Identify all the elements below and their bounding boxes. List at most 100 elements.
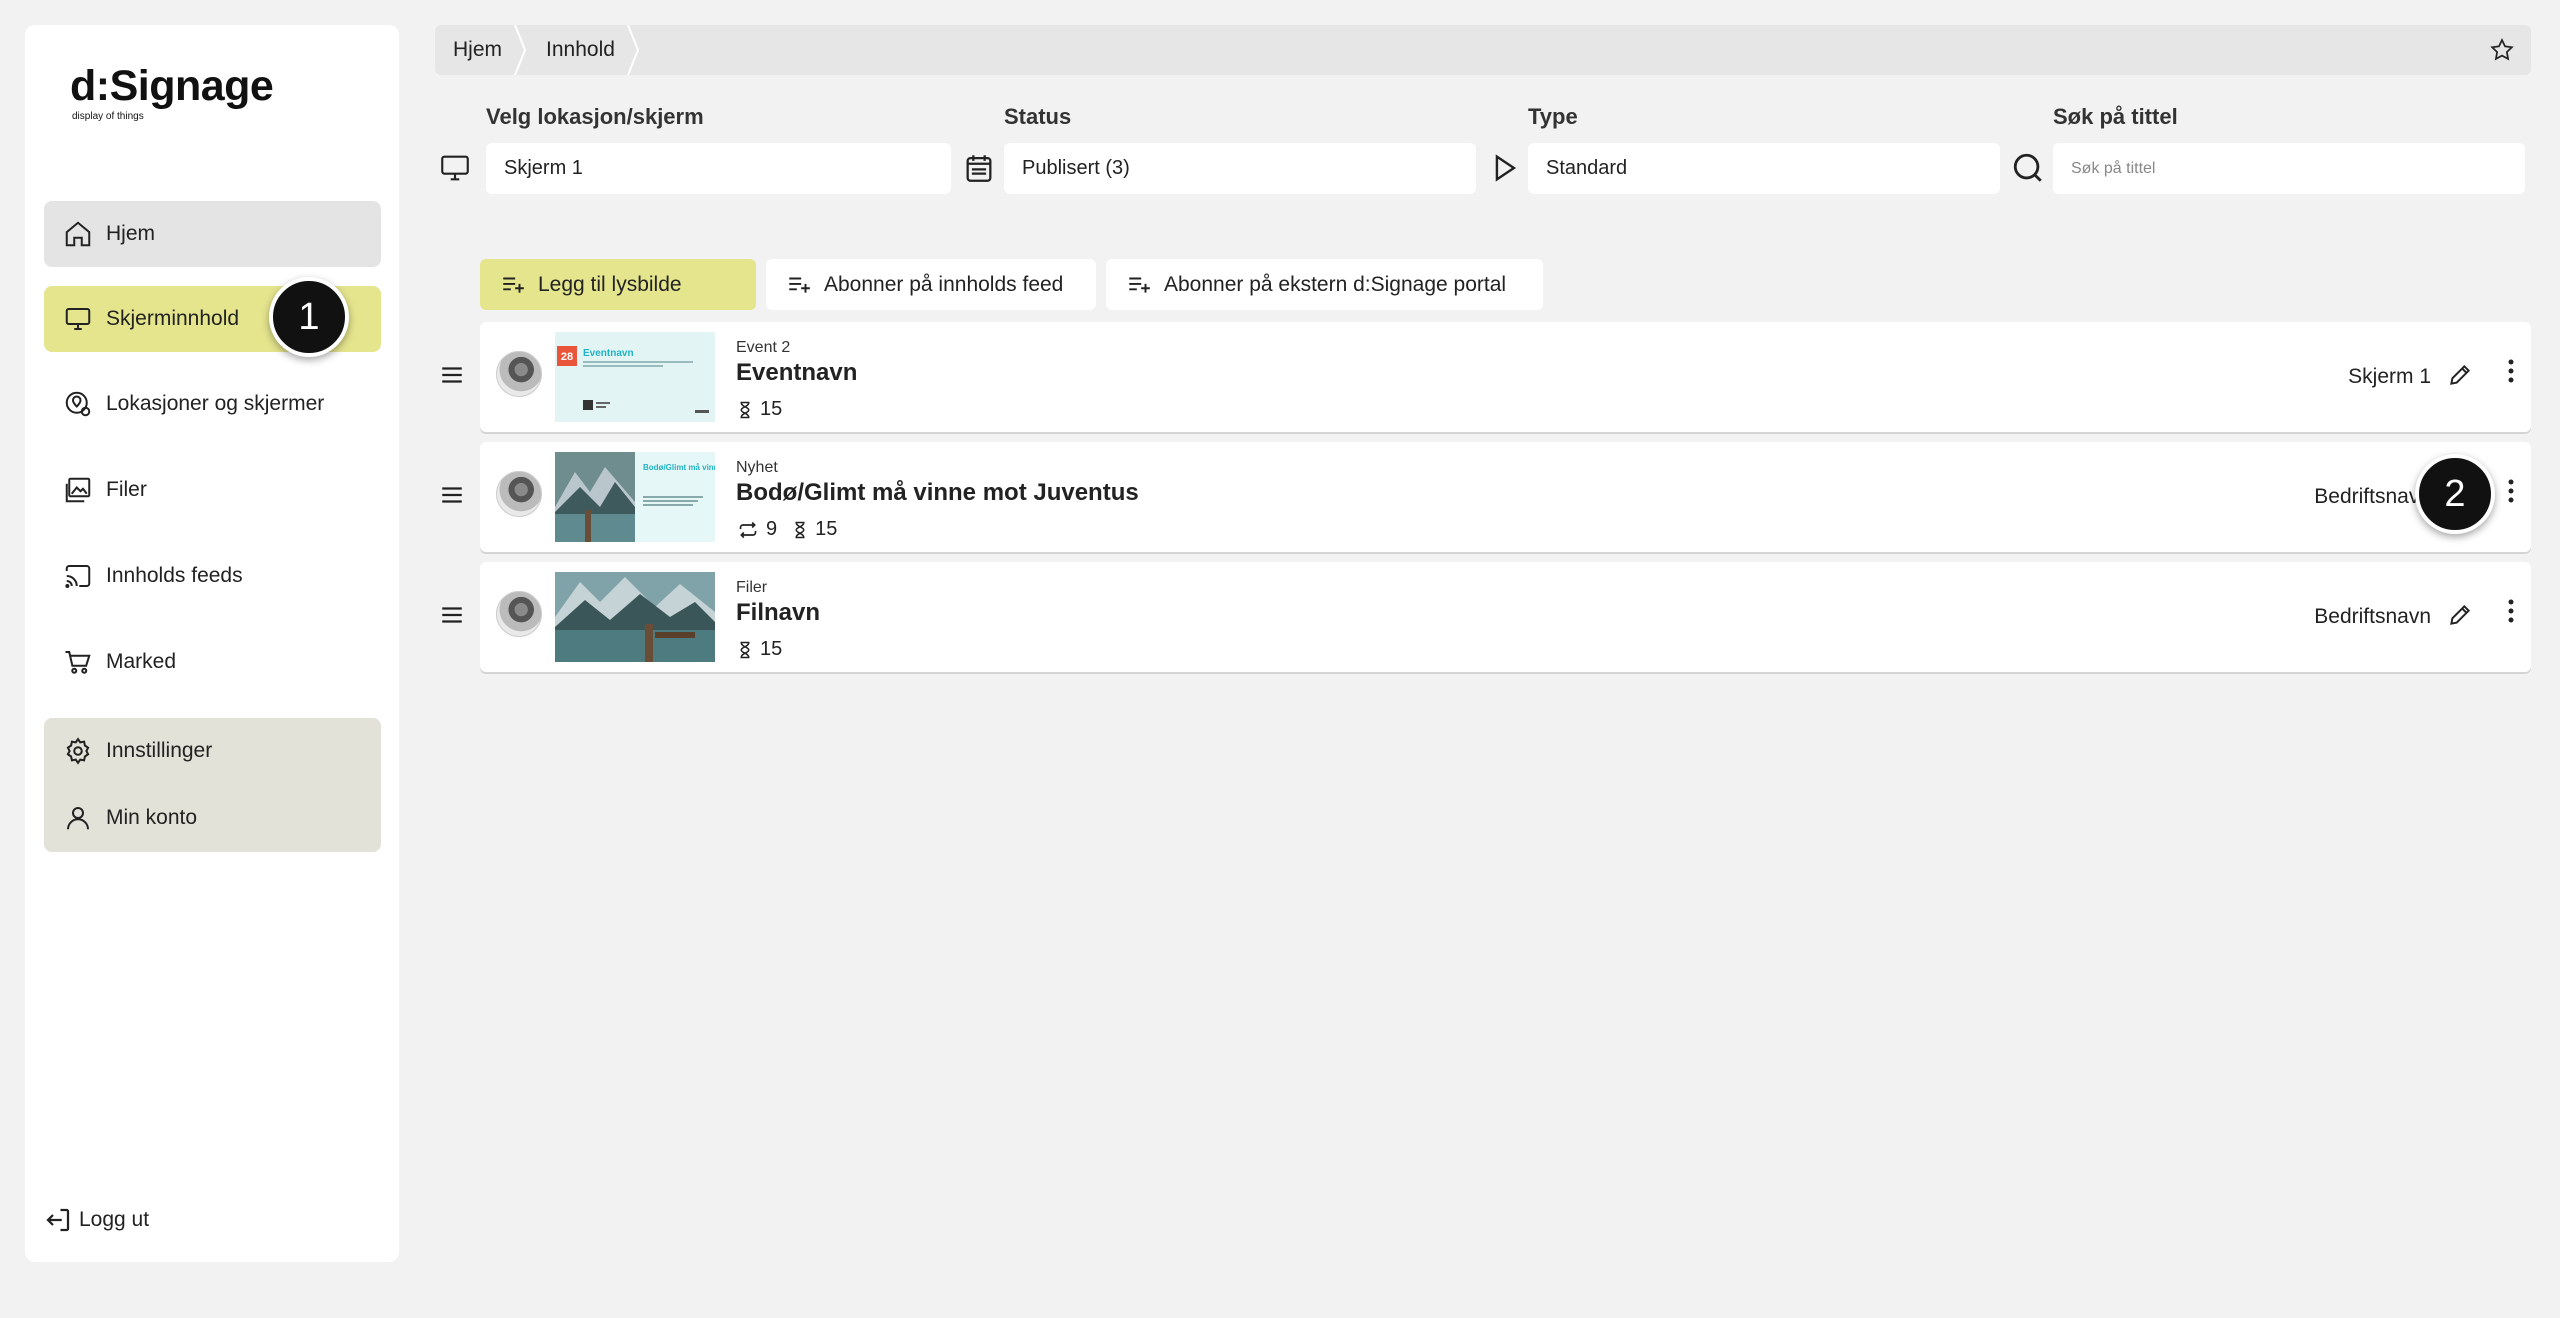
hourglass-icon — [740, 401, 750, 418]
subscribe-portal-label: Abonner på ekstern d:Signage portal — [1164, 272, 1507, 296]
logout-label: Logg ut — [79, 1208, 150, 1231]
status-select[interactable]: Publisert (3) — [1004, 143, 1476, 194]
step-badge-2: 2 — [2415, 454, 2495, 534]
breadcrumb-item-hjem[interactable]: Hjem — [435, 25, 527, 75]
thumb-day: 28 — [561, 351, 573, 363]
row-type: Nyhet — [736, 459, 778, 476]
repeat-count: 9 — [766, 518, 778, 540]
location-icon — [60, 386, 96, 422]
breadcrumb-separator — [514, 25, 527, 75]
cart-icon — [60, 644, 96, 680]
thumb-heading: Eventnavn — [583, 348, 634, 359]
sidebar-item-marked[interactable]: Marked — [44, 629, 381, 695]
subscribe-feed-label: Abonner på innholds feed — [824, 272, 1064, 296]
search-filter-label: Søk på tittel — [2053, 104, 2178, 129]
sidebar-item-label: Innholds feeds — [106, 564, 243, 587]
location-select[interactable]: Skjerm 1 — [486, 143, 951, 194]
more-vertical-icon[interactable] — [2507, 358, 2515, 389]
avatar — [496, 471, 542, 517]
avatar — [496, 591, 542, 637]
sidebar-item-label: Hjem — [106, 222, 156, 245]
row-target: Bedriftsnavn — [2314, 485, 2431, 508]
content-row[interactable]: 28 Eventnavn Event 2 Eventnavn 15 Skjerm… — [480, 322, 2531, 432]
sidebar-item-home[interactable]: Hjem — [44, 201, 381, 267]
add-slide-button[interactable]: Legg til lysbilde — [480, 259, 756, 310]
search-input[interactable]: Søk på tittel — [2053, 143, 2525, 194]
duration: 15 — [815, 518, 838, 540]
edit-icon[interactable] — [2447, 362, 2473, 393]
row-target: Skjerm 1 — [2348, 365, 2431, 388]
sidebar-item-label: Min konto — [106, 806, 198, 829]
row-title: Eventnavn — [736, 359, 858, 386]
row-target: Bedriftsnavn — [2314, 605, 2431, 628]
more-vertical-icon[interactable] — [2507, 598, 2515, 629]
sidebar-item-lokasjoner[interactable]: Lokasjoner og skjermer — [44, 371, 381, 437]
home-icon — [60, 216, 96, 252]
sidebar-item-label: Skjerminnhold — [106, 307, 240, 330]
favorite-star-icon[interactable] — [2489, 37, 2515, 68]
add-slide-label: Legg til lysbilde — [538, 272, 682, 296]
type-filter-label: Type — [1528, 104, 1578, 129]
subscribe-feed-button[interactable]: Abonner på innholds feed — [766, 259, 1096, 310]
subscribe-portal-button[interactable]: Abonner på ekstern d:Signage portal — [1106, 259, 1543, 310]
settings-group: Innstillinger Min konto — [44, 718, 381, 852]
sidebar-item-innholds-feeds[interactable]: Innholds feeds — [44, 543, 381, 609]
logout-icon — [43, 1205, 73, 1235]
gear-icon — [60, 733, 96, 769]
hourglass-icon — [795, 521, 805, 538]
duration: 15 — [760, 398, 783, 420]
thumb-heading: Bodø/Glimt må vinne mot Juventus — [643, 463, 715, 472]
content-row[interactable]: Filer Filnavn 15 Bedriftsnavn — [480, 562, 2531, 672]
drag-handle-icon[interactable] — [436, 359, 468, 391]
location-filter-label: Velg lokasjon/skjerm — [486, 104, 704, 129]
monitor-icon — [437, 150, 473, 186]
sidebar-item-label: Lokasjoner og skjermer — [106, 392, 325, 415]
sidebar-item-label: Innstillinger — [106, 739, 213, 762]
row-meta: 15 — [736, 398, 796, 421]
type-select[interactable]: Standard — [1528, 143, 2000, 194]
row-meta: 9 15 — [736, 518, 851, 541]
images-icon — [60, 472, 96, 508]
step-badge-1: 1 — [269, 277, 349, 357]
breadcrumb-label: Hjem — [453, 38, 503, 61]
breadcrumb-label: Innhold — [546, 38, 615, 61]
sidebar-item-min-konto[interactable]: Min konto — [44, 785, 381, 851]
play-icon — [1486, 150, 1522, 186]
file-thumbnail — [555, 572, 715, 662]
hourglass-icon — [740, 641, 750, 658]
playlist-add-icon — [1126, 272, 1152, 298]
breadcrumb-item-innhold[interactable]: Innhold — [528, 25, 639, 75]
row-meta: 15 — [736, 638, 796, 661]
user-icon — [60, 800, 96, 836]
content-row[interactable]: Bodø/Glimt må vinne mot Juventus Nyhet B… — [480, 442, 2531, 552]
calendar-icon — [961, 150, 997, 186]
logo[interactable]: d:Signage display of things — [70, 62, 274, 123]
playlist-add-icon — [500, 272, 526, 298]
cast-icon — [60, 558, 96, 594]
sidebar-item-innstillinger[interactable]: Innstillinger — [44, 718, 381, 784]
logout-button[interactable]: Logg ut — [43, 1205, 149, 1235]
repeat-icon — [739, 521, 757, 538]
more-vertical-icon[interactable] — [2507, 478, 2515, 509]
logo-name: d:Signage — [70, 62, 274, 110]
drag-handle-icon[interactable] — [436, 599, 468, 631]
sidebar-item-label: Filer — [106, 478, 147, 501]
edit-icon[interactable] — [2447, 602, 2473, 633]
row-title: Bodø/Glimt må vinne mot Juventus — [736, 479, 1139, 506]
breadcrumb-separator — [626, 25, 639, 75]
row-type: Event 2 — [736, 339, 791, 356]
sidebar: d:Signage display of things Hjem Skjermi… — [25, 25, 399, 1262]
row-type: Filer — [736, 579, 768, 596]
sidebar-item-filer[interactable]: Filer — [44, 457, 381, 523]
drag-handle-icon[interactable] — [436, 479, 468, 511]
playlist-add-icon — [786, 272, 812, 298]
duration: 15 — [760, 638, 783, 660]
avatar — [496, 351, 542, 397]
search-icon — [2010, 150, 2046, 186]
row-title: Filnavn — [736, 599, 821, 626]
breadcrumb: Hjem Innhold — [435, 25, 2531, 75]
slide-thumbnail: Bodø/Glimt må vinne mot Juventus — [555, 452, 715, 542]
sidebar-item-label: Marked — [106, 650, 177, 673]
monitor-icon — [60, 301, 96, 337]
slide-thumbnail: 28 Eventnavn — [555, 332, 715, 422]
